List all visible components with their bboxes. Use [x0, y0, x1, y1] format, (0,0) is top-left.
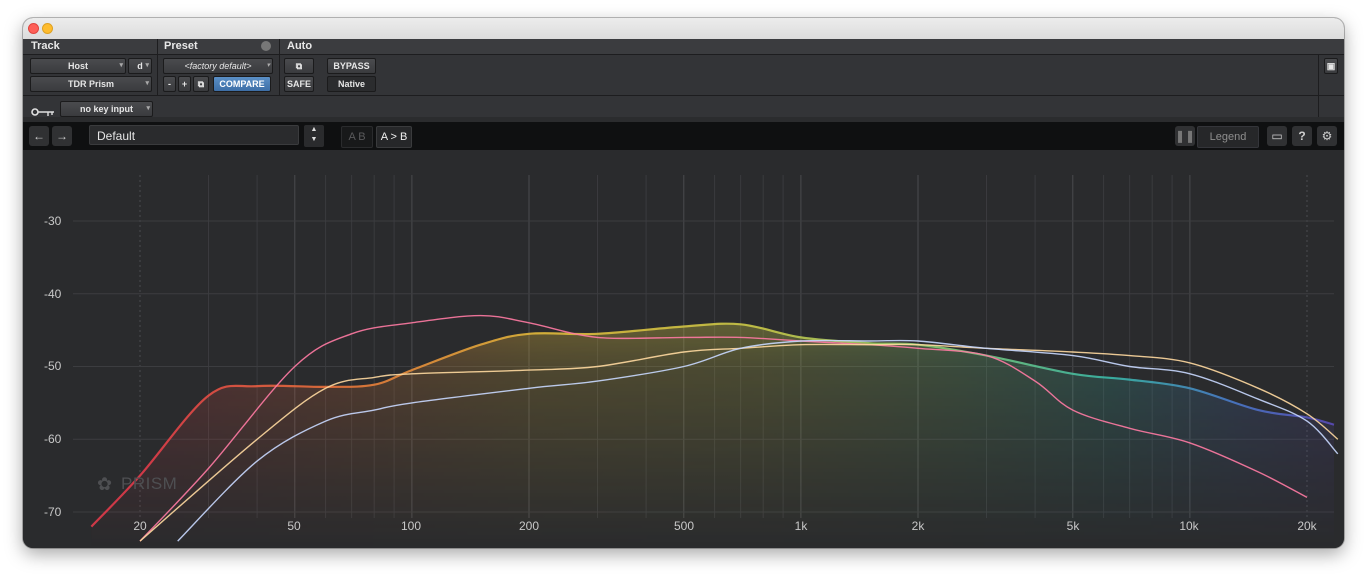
key-input-select[interactable]: no key input ▾	[60, 101, 153, 117]
side-chain-button[interactable]: ▣	[1324, 58, 1338, 74]
display-button[interactable]: ▭	[1267, 126, 1287, 146]
dropdown-caret-icon: ▾	[145, 62, 149, 69]
control-divider	[279, 55, 280, 95]
next-preset-button[interactable]: +	[178, 76, 191, 92]
plugin-toolbar: ← → Default ▲ ▼ A B A > B ❚❚ Legend ▭ ? ⚙	[23, 122, 1344, 150]
help-button[interactable]: ?	[1292, 126, 1312, 146]
panel-icon: ▣	[1326, 61, 1336, 71]
x-tick-label: 2k	[911, 519, 925, 533]
x-tick-label: 50	[287, 519, 301, 533]
arrow-left-icon: ←	[33, 129, 45, 143]
y-tick-label: -70	[44, 505, 62, 519]
preset-field[interactable]: Default	[89, 125, 299, 145]
pause-button[interactable]: ❚❚	[1175, 126, 1195, 146]
legend-button[interactable]: Legend	[1197, 126, 1259, 148]
x-tick-label: 20k	[1297, 519, 1317, 533]
key-icon	[31, 104, 55, 116]
monitor-icon: ▭	[1271, 129, 1283, 143]
ab-toggle[interactable]: A B	[341, 126, 373, 148]
plugin-select[interactable]: TDR Prism ▾	[30, 76, 152, 92]
preset-menu-icon[interactable]	[261, 41, 271, 51]
previous-preset-button[interactable]: -	[163, 76, 176, 92]
plugin-window: Track Preset Auto Host ▾ d ▾ TDR Prism ▾ <f…	[23, 18, 1344, 548]
minimize-window-button[interactable]	[42, 23, 53, 34]
control-divider	[157, 55, 158, 95]
control-divider	[1318, 55, 1319, 117]
settings-button[interactable]: ⚙	[1317, 126, 1337, 146]
track-host-select[interactable]: Host ▾	[30, 58, 126, 74]
dropdown-caret-icon: ▾	[266, 62, 270, 69]
insert-header: Track Preset Auto	[23, 39, 1344, 55]
x-tick-label: 200	[518, 519, 540, 533]
preset-name: <factory default>	[184, 61, 252, 71]
library-icon: ⧉	[197, 79, 205, 89]
dropdown-caret-icon: ▾	[145, 80, 149, 87]
header-divider	[157, 39, 158, 54]
auto-heading: Auto	[287, 40, 313, 52]
spectrum-plot[interactable]: -30 -40 -50 -60 -70 20 50 100 200 500 1k…	[23, 150, 1344, 548]
dropdown-caret-icon: ▾	[119, 62, 123, 69]
preset-heading: Preset	[164, 40, 198, 52]
native-button[interactable]: Native	[327, 76, 376, 92]
automation-icon: ⧉	[295, 61, 303, 71]
ab-copy-button[interactable]: A > B	[376, 126, 412, 148]
y-tick-label: -60	[44, 432, 62, 446]
spectrum-chart	[73, 175, 1339, 548]
compare-button[interactable]: COMPARE	[213, 76, 271, 92]
undo-button[interactable]: ←	[29, 126, 49, 146]
pause-icon: ❚❚	[1175, 129, 1196, 143]
dropdown-caret-icon: ▾	[146, 105, 150, 112]
track-host-label: Host	[68, 61, 88, 71]
prism-logo-icon: ✿	[97, 474, 113, 494]
x-tick-label: 500	[673, 519, 695, 533]
x-tick-label: 20	[133, 519, 147, 533]
track-heading: Track	[31, 40, 60, 52]
prism-watermark: PRISM	[121, 474, 178, 493]
redo-button[interactable]: →	[52, 126, 72, 146]
x-tick-label: 5k	[1066, 519, 1080, 533]
help-icon: ?	[1298, 129, 1306, 143]
title-bar	[23, 18, 1344, 40]
controls-divider	[23, 95, 1344, 96]
key-input-label: no key input	[79, 104, 133, 114]
gear-icon: ⚙	[1321, 129, 1333, 143]
y-tick-label: -40	[44, 287, 62, 301]
x-tick-label: 10k	[1179, 519, 1199, 533]
track-channel-select[interactable]: d ▾	[128, 58, 152, 74]
safe-button[interactable]: SAFE	[284, 76, 314, 92]
y-tick-label: -30	[44, 214, 62, 228]
bypass-button[interactable]: BYPASS	[327, 58, 376, 74]
automation-button[interactable]: ⧉	[284, 58, 314, 74]
arrow-right-icon: →	[56, 129, 68, 143]
track-channel-label: d	[137, 61, 143, 71]
preset-select[interactable]: <factory default> ▾	[163, 58, 273, 74]
chevron-down-icon: ▼	[310, 136, 318, 143]
preset-stepper[interactable]: ▲ ▼	[304, 125, 324, 147]
header-divider	[279, 39, 280, 54]
chevron-up-icon: ▲	[310, 126, 318, 133]
plugin-label: TDR Prism	[67, 79, 114, 89]
x-tick-label: 1k	[794, 519, 808, 533]
close-window-button[interactable]	[28, 23, 39, 34]
preset-library-button[interactable]: ⧉	[193, 76, 209, 92]
x-tick-label: 100	[400, 519, 422, 533]
y-tick-label: -50	[44, 359, 62, 373]
